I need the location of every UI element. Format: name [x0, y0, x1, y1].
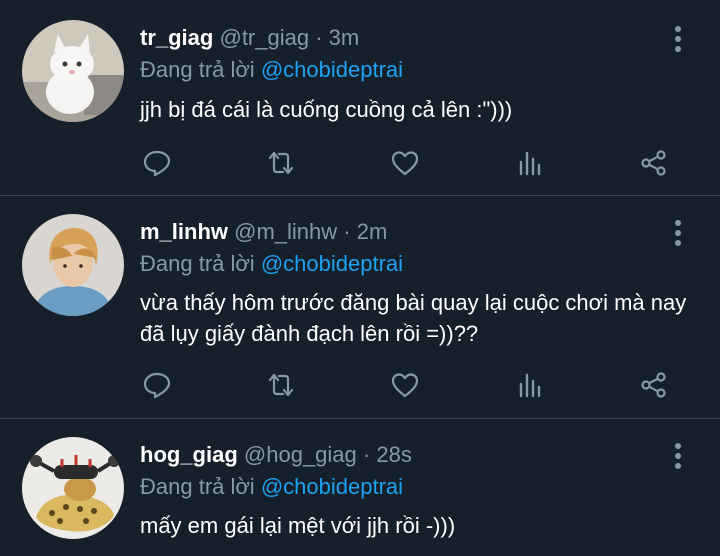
- analytics-icon: [519, 373, 541, 398]
- display-name[interactable]: tr_giag: [140, 25, 213, 50]
- mention-link[interactable]: @chobideptrai: [261, 57, 403, 82]
- more-options-button[interactable]: [668, 218, 688, 248]
- tweet-text: jjh bị đá cái là cuống cuồng cả lên :"))…: [140, 97, 513, 122]
- more-options-button[interactable]: [668, 441, 688, 471]
- tweet-text: mấy em gái lại mệt với jjh rồi -))): [140, 513, 456, 538]
- reply-button[interactable]: [140, 146, 174, 180]
- replying-to: Đang trả lời @chobideptrai: [140, 474, 403, 500]
- timestamp[interactable]: 3m: [329, 25, 360, 50]
- replying-to-label: Đang trả lời: [140, 251, 255, 276]
- like-button[interactable]: [388, 368, 422, 402]
- more-vertical-icon: [675, 443, 681, 469]
- avatar[interactable]: [22, 437, 124, 539]
- replying-to-label: Đang trả lời: [140, 57, 255, 82]
- user-handle[interactable]: @m_linhw: [234, 219, 337, 244]
- user-handle[interactable]: @hog_giag: [244, 442, 357, 467]
- avatar[interactable]: [22, 20, 124, 122]
- avatar-image: [22, 437, 124, 539]
- display-name[interactable]: m_linhw: [140, 219, 228, 244]
- share-icon: [641, 372, 666, 398]
- mention-link[interactable]: @chobideptrai: [261, 474, 403, 499]
- replying-to: Đang trả lời @chobideptrai: [140, 251, 403, 277]
- avatar-image: [22, 214, 124, 316]
- heart-icon: [391, 151, 419, 176]
- more-vertical-icon: [675, 26, 681, 52]
- tweet-header: m_linhw @m_linhw · 2m: [140, 219, 387, 245]
- avatar[interactable]: [22, 214, 124, 316]
- retweet-icon: [268, 373, 294, 397]
- separator-dot: ·: [343, 219, 351, 244]
- analytics-button[interactable]: [513, 368, 547, 402]
- retweet-button[interactable]: [264, 368, 298, 402]
- action-bar: [0, 368, 720, 404]
- avatar-image: [22, 20, 124, 122]
- timestamp[interactable]: 28s: [376, 442, 411, 467]
- tweet-text: vừa thấy hôm trước đăng bài quay lại cuộ…: [140, 290, 687, 346]
- timestamp[interactable]: 2m: [357, 219, 388, 244]
- tweet[interactable]: tr_giag @tr_giag · 3m Đang trả lời @chob…: [0, 0, 720, 196]
- heart-icon: [391, 373, 419, 398]
- display-name[interactable]: hog_giag: [140, 442, 238, 467]
- reply-button[interactable]: [140, 368, 174, 402]
- comment-icon: [143, 372, 171, 399]
- analytics-button[interactable]: [513, 146, 547, 180]
- replying-to-label: Đang trả lời: [140, 474, 255, 499]
- separator-dot: ·: [362, 442, 371, 467]
- tweet-header: hog_giag @hog_giag · 28s: [140, 442, 412, 468]
- retweet-button[interactable]: [264, 146, 298, 180]
- retweet-icon: [268, 151, 294, 175]
- tweet[interactable]: hog_giag @hog_giag · 28s Đang trả lời @c…: [0, 419, 720, 556]
- share-button[interactable]: [637, 368, 671, 402]
- action-bar: [0, 146, 720, 182]
- replying-to: Đang trả lời @chobideptrai: [140, 57, 403, 83]
- more-vertical-icon: [675, 220, 681, 246]
- mention-link[interactable]: @chobideptrai: [261, 251, 403, 276]
- like-button[interactable]: [388, 146, 422, 180]
- analytics-icon: [519, 151, 541, 176]
- separator-dot: ·: [315, 25, 323, 50]
- tweet[interactable]: m_linhw @m_linhw · 2m Đang trả lời @chob…: [0, 196, 720, 419]
- more-options-button[interactable]: [668, 24, 688, 54]
- share-button[interactable]: [637, 146, 671, 180]
- user-handle[interactable]: @tr_giag: [219, 25, 309, 50]
- share-icon: [641, 150, 666, 176]
- comment-icon: [143, 150, 171, 177]
- tweet-header: tr_giag @tr_giag · 3m: [140, 25, 359, 51]
